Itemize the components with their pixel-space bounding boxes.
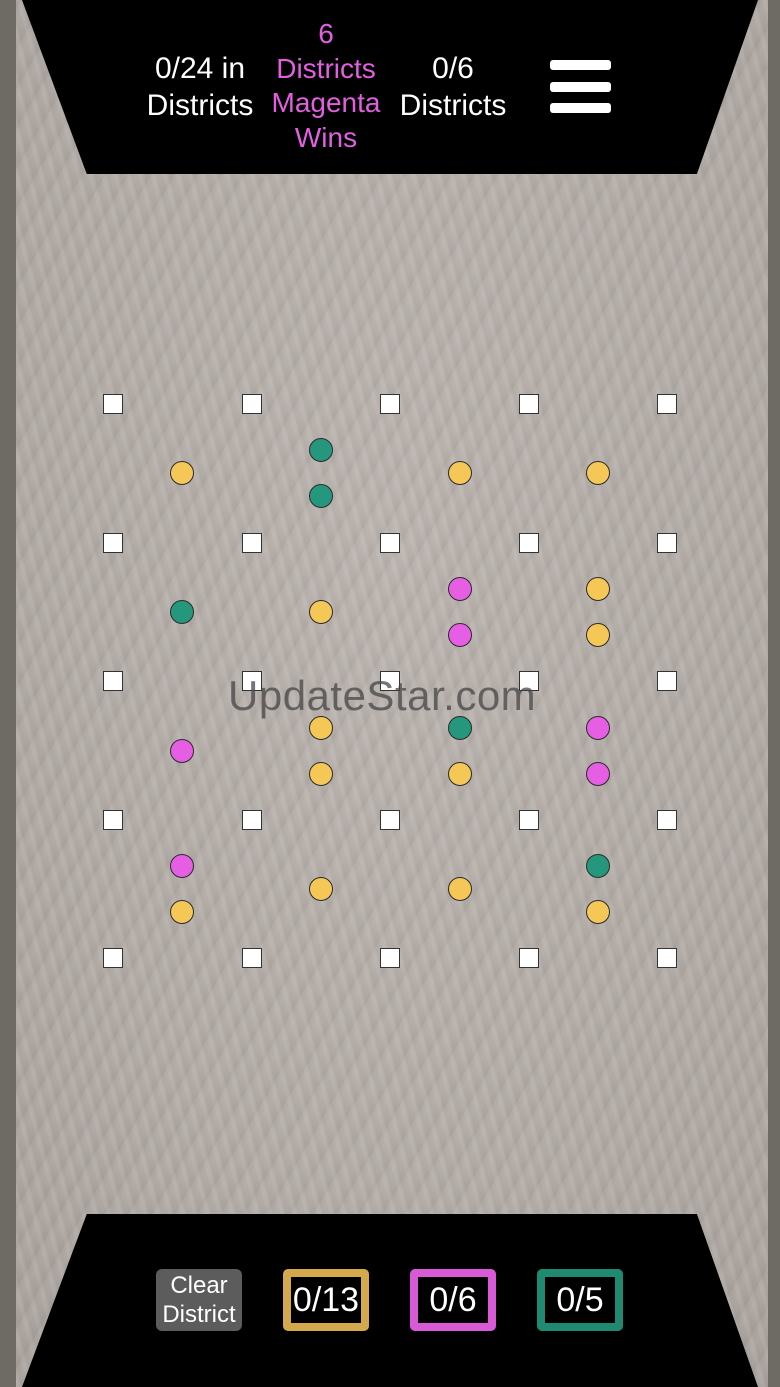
magenta-voter [447, 622, 472, 647]
grid-node[interactable] [518, 394, 539, 414]
grid-node[interactable] [657, 809, 678, 830]
yellow-voter [447, 461, 472, 486]
grid-node[interactable] [103, 948, 123, 969]
grid-node[interactable] [241, 809, 262, 830]
grid-node[interactable] [380, 948, 401, 969]
grid-node[interactable] [241, 532, 262, 553]
goal-district-count: 6 [318, 18, 334, 49]
grid-node[interactable] [103, 394, 123, 414]
grid-node[interactable] [380, 532, 401, 553]
districts-count: 0/6 [432, 52, 474, 85]
yellow-voter [447, 761, 472, 786]
grid-node[interactable] [241, 394, 262, 414]
yellow-voter [308, 877, 333, 902]
grid-node[interactable] [518, 532, 539, 553]
goal-line-3: Magenta [271, 87, 381, 118]
grid-node[interactable] [380, 809, 401, 830]
grid-node[interactable] [103, 671, 123, 692]
teal-voter [586, 854, 611, 879]
yellow-voter [586, 576, 611, 601]
districts-count-label: Districts [399, 89, 507, 122]
grid-node[interactable] [657, 394, 678, 414]
goal-text: 6 Districts Magenta Wins [262, 17, 390, 155]
districts-counter: 0/6 Districts [390, 50, 516, 124]
magenta-voter [586, 761, 611, 786]
hamburger-menu-icon[interactable] [550, 60, 611, 114]
grid-node[interactable] [103, 809, 123, 830]
goal-line-2: Districts [276, 52, 376, 84]
grid-node[interactable] [657, 532, 678, 553]
grid-node[interactable] [518, 809, 539, 830]
yellow-voter [308, 761, 333, 786]
yellow-voter [447, 877, 472, 902]
grid-node[interactable] [657, 948, 678, 969]
teal-district-count[interactable]: 0/5 [537, 1269, 623, 1331]
grid-node[interactable] [518, 948, 539, 969]
yellow-voter [586, 900, 611, 925]
clear-district-button[interactable]: Clear District [156, 1269, 242, 1331]
voters-count: 0/24 in [154, 52, 246, 85]
footer-panel [22, 1214, 758, 1387]
grid-node[interactable] [657, 671, 678, 692]
grid-node[interactable] [380, 394, 401, 414]
magenta-voter [170, 738, 195, 763]
voters-in-districts-counter: 0/24 in Districts [135, 50, 265, 124]
yellow-voter [586, 622, 611, 647]
goal-line-4: Wins [294, 121, 358, 153]
magenta-district-count[interactable]: 0/6 [410, 1269, 496, 1331]
watermark-text: UpdateStar.com [228, 672, 537, 719]
grid-node[interactable] [241, 948, 262, 969]
yellow-voter [308, 599, 333, 624]
grid-node[interactable] [103, 532, 123, 553]
voters-count-label: Districts [146, 89, 254, 122]
yellow-district-count[interactable]: 0/13 [283, 1269, 369, 1331]
magenta-voter [586, 715, 611, 740]
magenta-voter [447, 576, 472, 601]
